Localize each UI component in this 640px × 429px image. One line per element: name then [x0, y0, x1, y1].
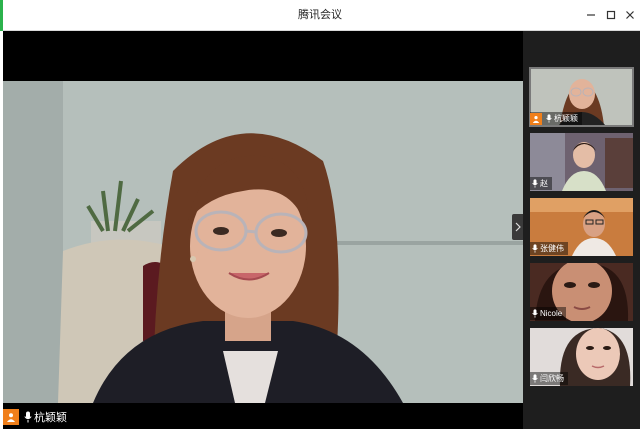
participant-tile[interactable]: 闫欣畅: [530, 328, 633, 386]
participant-sidebar[interactable]: 杭颖颖 赵 张健伟 Nicole 闫欣畅: [523, 31, 640, 429]
participant-label: 赵: [530, 177, 552, 190]
participant-label: 张健伟: [530, 242, 568, 255]
participant-name: 闫欣畅: [540, 374, 564, 383]
main-speaker-name: 杭颖颖: [34, 412, 67, 424]
chevron-right-icon: [515, 222, 521, 232]
participant-name: 张健伟: [540, 244, 564, 253]
title-bar: 腾讯会议: [0, 0, 640, 31]
window-title: 腾讯会议: [298, 9, 342, 21]
microphone-icon: [532, 374, 538, 383]
microphone-icon: [532, 244, 538, 253]
participant-name: Nicole: [540, 309, 563, 318]
main-video-feed[interactable]: [3, 81, 523, 403]
close-icon: [626, 11, 634, 19]
minimize-icon: [587, 14, 595, 16]
avatar-icon: [3, 409, 19, 425]
microphone-icon: [546, 114, 552, 123]
participant-label: 杭颖颖: [530, 112, 582, 125]
participant-label: Nicole: [530, 307, 567, 320]
collapse-sidebar-button[interactable]: [512, 214, 523, 240]
main-video-area[interactable]: 杭颖颖: [3, 31, 523, 429]
participant-tile[interactable]: 赵: [530, 133, 633, 191]
microphone-icon: [532, 309, 538, 318]
maximize-icon: [606, 10, 616, 20]
participant-name: 杭颖颖: [554, 114, 578, 123]
speaker-video-image: [3, 81, 523, 403]
close-button[interactable]: [621, 6, 639, 24]
avatar-icon: [530, 112, 542, 125]
participant-tile[interactable]: 张健伟: [530, 198, 633, 256]
participant-label: 闫欣畅: [530, 372, 568, 385]
main-speaker-label: 杭颖颖: [3, 407, 67, 427]
microphone-icon: [24, 411, 32, 423]
participant-tile[interactable]: Nicole: [530, 263, 633, 321]
participant-tile[interactable]: 杭颖颖: [529, 67, 634, 127]
minimize-button[interactable]: [582, 6, 600, 24]
participant-name: 赵: [540, 179, 548, 188]
maximize-button[interactable]: [602, 6, 620, 24]
microphone-icon: [532, 179, 538, 188]
